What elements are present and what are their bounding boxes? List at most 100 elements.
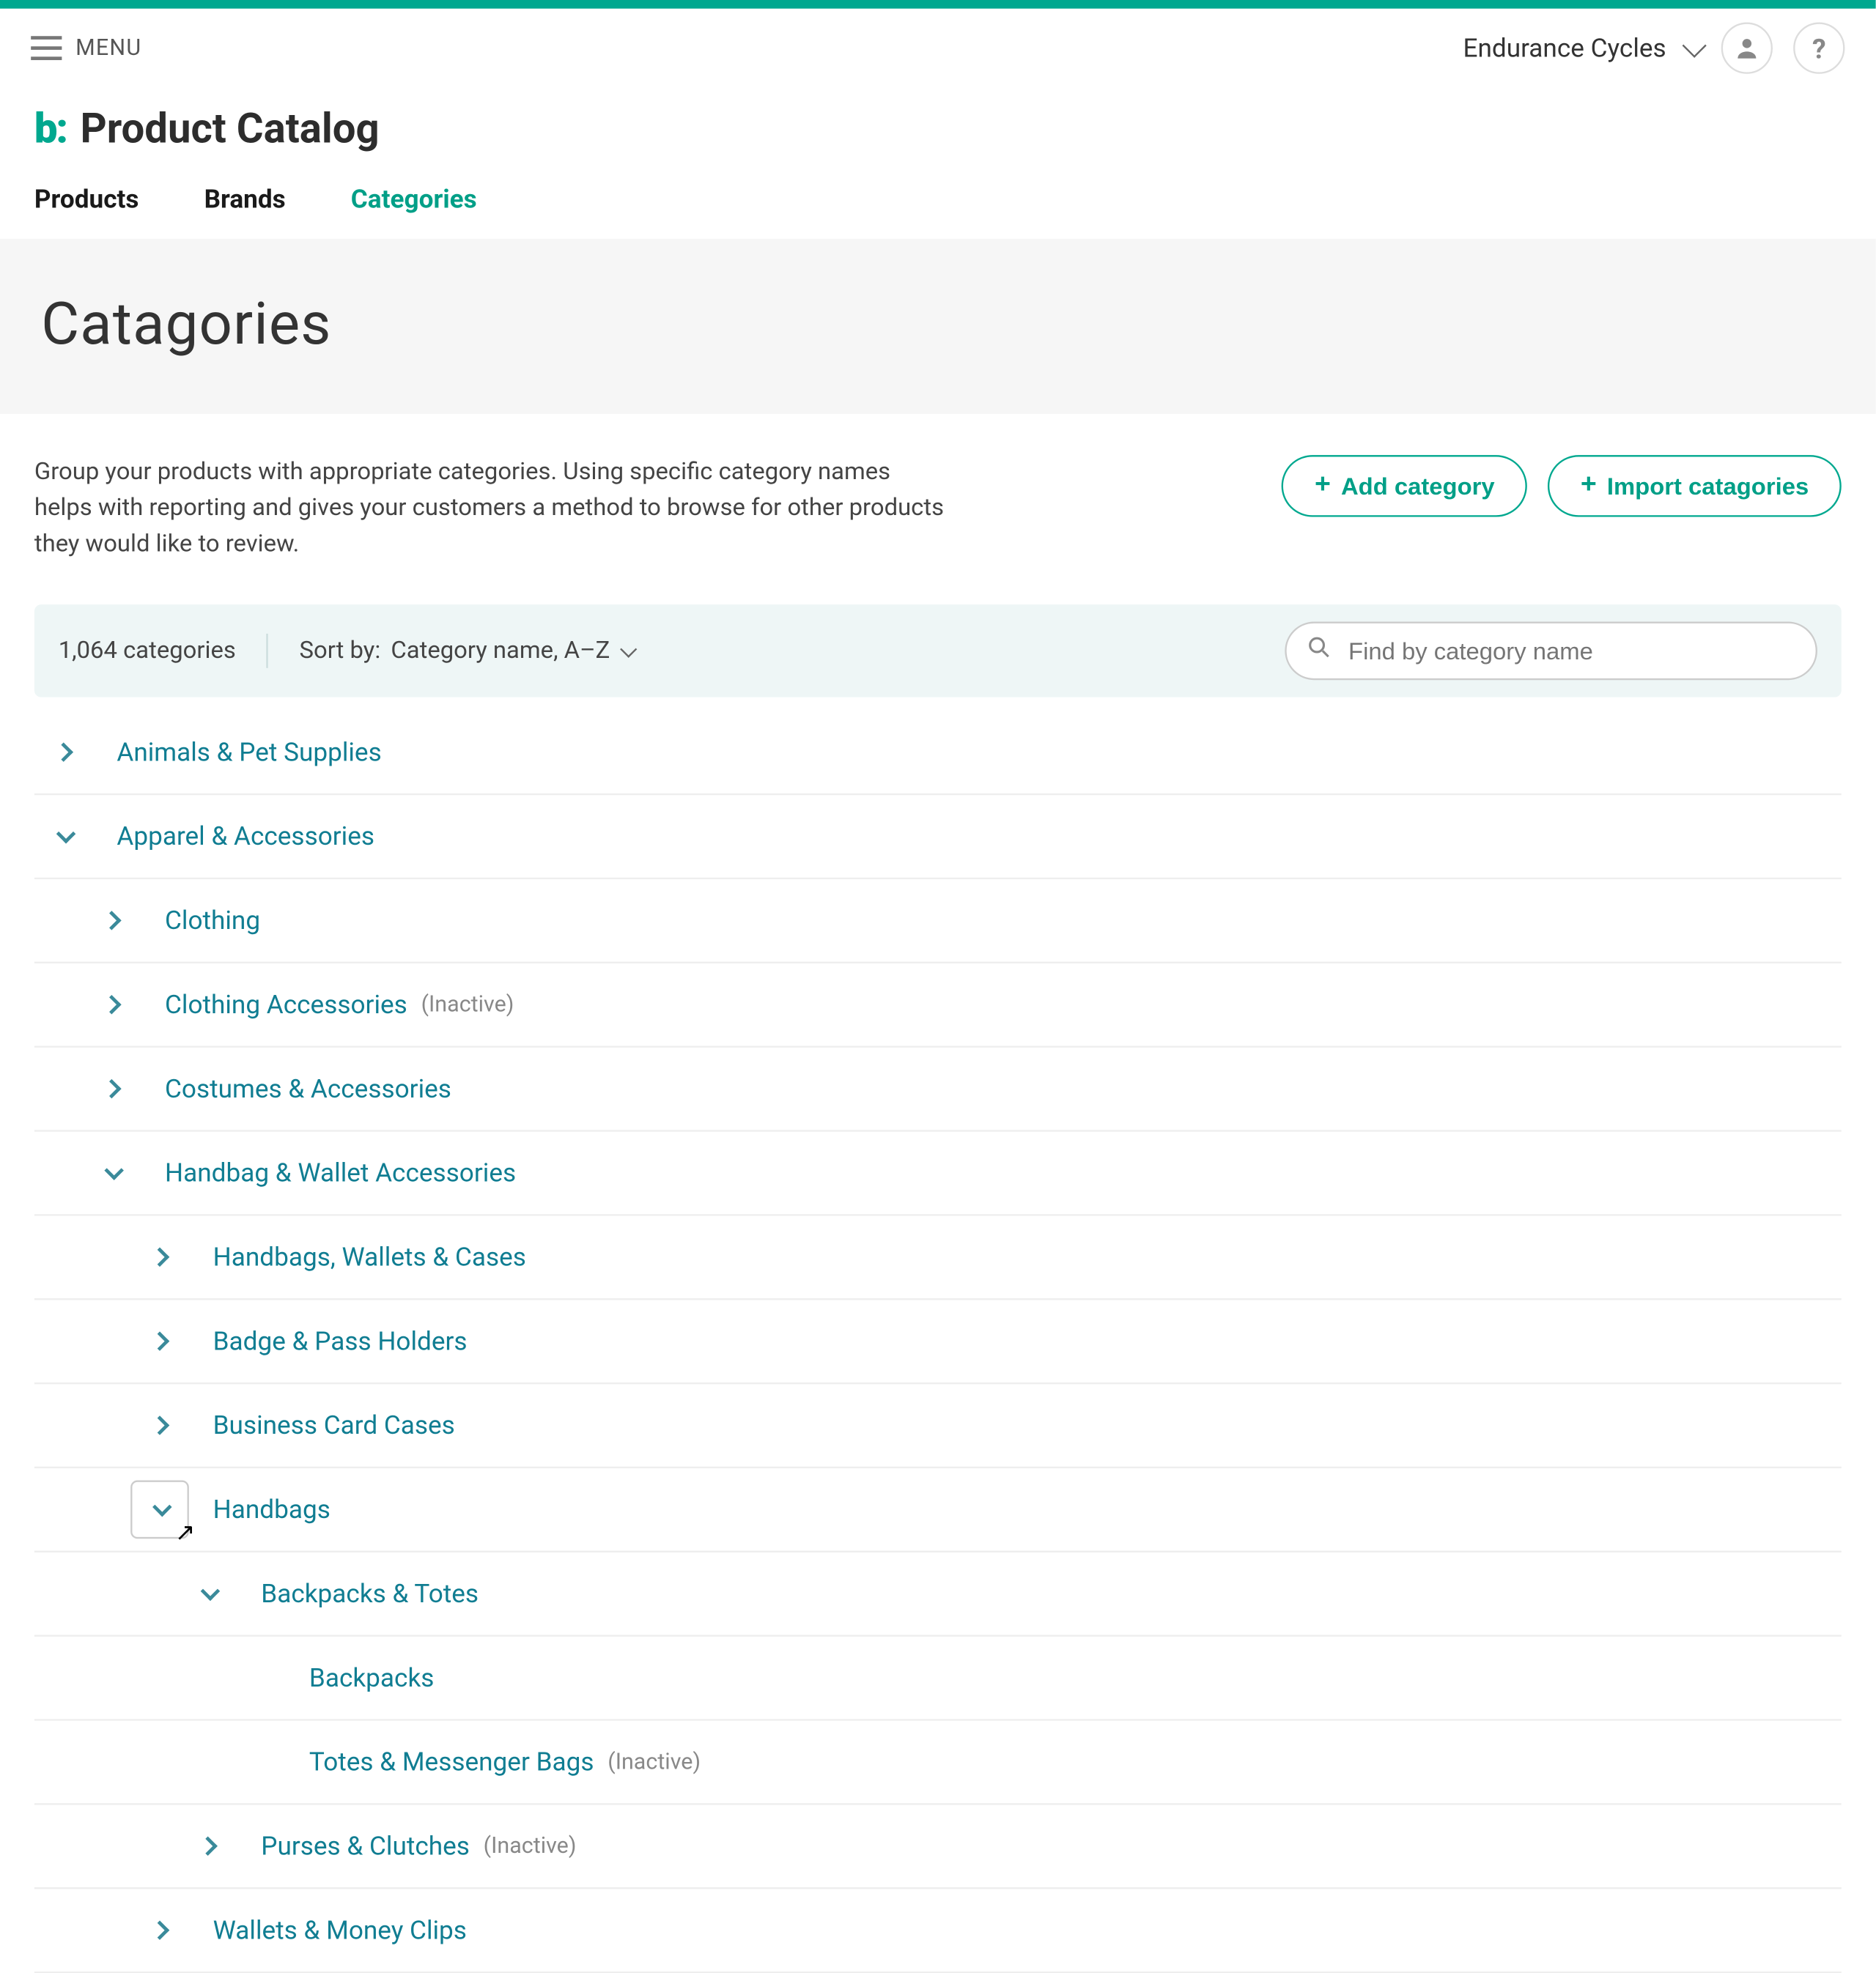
add-category-label: Add category — [1341, 473, 1495, 500]
help-button[interactable]: ? — [1793, 22, 1844, 73]
chevron-right-icon — [150, 1331, 170, 1351]
hamburger-icon — [31, 36, 62, 60]
inactive-badge: (Inactive) — [608, 1749, 701, 1774]
category-row: Wallets & Money Clips — [34, 1889, 1842, 1973]
category-row: Business Card Cases — [34, 1384, 1842, 1468]
category-link[interactable]: Apparel & Accessories — [117, 821, 374, 851]
question-icon: ? — [1812, 32, 1826, 64]
org-selector[interactable]: Endurance Cycles — [1463, 33, 1700, 64]
category-row: Backpacks & Totes — [34, 1552, 1842, 1637]
page-subtitle: Catagories — [41, 290, 1834, 359]
chevron-right-icon — [150, 1415, 170, 1435]
collapse-toggle[interactable] — [130, 1481, 189, 1539]
category-link[interactable]: Clothing — [165, 905, 260, 936]
expand-toggle[interactable] — [34, 723, 93, 782]
chevron-right-icon — [102, 995, 122, 1015]
expand-toggle[interactable] — [130, 1396, 189, 1455]
category-row: Clothing Accessories (Inactive) — [34, 963, 1842, 1048]
chevron-right-icon — [198, 1837, 218, 1857]
category-row: Backpacks — [34, 1637, 1842, 1721]
page-title: Product Catalog — [81, 105, 380, 153]
toolbar-left: 1,064 categories Sort by: Category name,… — [59, 634, 632, 668]
chevron-down-icon — [152, 1498, 172, 1517]
category-link[interactable]: Purses & Clutches — [261, 1831, 470, 1862]
menu-label: MENU — [75, 35, 141, 61]
import-categories-label: Import catagories — [1607, 473, 1809, 500]
import-categories-button[interactable]: + Import catagories — [1548, 455, 1841, 517]
plus-icon: + — [1315, 473, 1331, 500]
search-field-wrap — [1285, 622, 1817, 681]
category-row: Badge & Pass Holders — [34, 1300, 1842, 1384]
collapse-toggle[interactable] — [179, 1564, 237, 1623]
category-link[interactable]: Backpacks — [309, 1662, 435, 1693]
category-link[interactable]: Totes & Messenger Bags — [309, 1747, 594, 1777]
sort-label: Sort by: — [300, 637, 381, 665]
chevron-down-icon — [620, 640, 637, 656]
inactive-badge: (Inactive) — [421, 992, 514, 1018]
inactive-badge: (Inactive) — [484, 1833, 577, 1859]
chevron-right-icon — [102, 1079, 122, 1099]
tab-brands[interactable]: Brands — [204, 184, 286, 215]
tab-products[interactable]: Products — [34, 184, 139, 215]
page-subheader: Catagories — [0, 239, 1876, 414]
category-link[interactable]: Badge & Pass Holders — [213, 1326, 468, 1357]
chevron-down-icon — [56, 824, 76, 844]
add-category-button[interactable]: + Add category — [1282, 455, 1527, 517]
collapse-toggle[interactable] — [83, 1144, 141, 1202]
expand-toggle[interactable] — [83, 892, 141, 950]
plus-icon: + — [1581, 473, 1597, 500]
category-row: Handbags, Wallets & Cases — [34, 1216, 1842, 1300]
category-row: Costumes & Accessories — [34, 1048, 1842, 1132]
expand-toggle[interactable] — [130, 1901, 189, 1960]
user-icon — [1733, 34, 1761, 62]
sort-value: Category name, A–Z — [391, 637, 610, 665]
category-link[interactable]: Clothing Accessories — [165, 989, 407, 1020]
category-link[interactable]: Backpacks & Totes — [261, 1578, 479, 1609]
category-row: Animals & Pet Supplies — [34, 711, 1842, 795]
expand-toggle[interactable] — [130, 1312, 189, 1371]
collapse-toggle[interactable] — [34, 807, 93, 866]
category-link[interactable]: Business Card Cases — [213, 1410, 455, 1440]
app-header: MENU Endurance Cycles ? — [0, 9, 1876, 88]
chevron-right-icon — [150, 1248, 170, 1267]
category-link[interactable]: Animals & Pet Supplies — [117, 737, 381, 768]
menu-button[interactable]: MENU — [31, 35, 141, 61]
category-row: Totes & Messenger Bags (Inactive) — [34, 1721, 1842, 1805]
chevron-down-icon — [1683, 34, 1707, 58]
category-row: Clothing — [34, 879, 1842, 963]
expand-toggle[interactable] — [83, 975, 141, 1034]
category-count: 1,064 categories — [59, 637, 236, 665]
action-buttons: + Add category + Import catagories — [1282, 455, 1841, 517]
sort-dropdown[interactable]: Sort by: Category name, A–Z — [300, 637, 632, 665]
category-link[interactable]: Handbag & Wallet Accessories — [165, 1158, 516, 1188]
category-link[interactable]: Costumes & Accessories — [165, 1073, 451, 1104]
org-name: Endurance Cycles — [1463, 33, 1666, 64]
category-row: Apparel & Accessories — [34, 795, 1842, 879]
primary-tabs: Products Brands Categories — [0, 153, 1876, 239]
page-title-area: b: Product Catalog — [0, 88, 1876, 153]
category-row: Handbag & Wallet Accessories — [34, 1132, 1842, 1216]
header-right: Endurance Cycles ? — [1463, 22, 1844, 73]
expand-toggle[interactable] — [130, 1228, 189, 1287]
expand-toggle[interactable] — [83, 1059, 141, 1118]
tab-categories[interactable]: Categories — [351, 184, 477, 215]
search-input[interactable] — [1285, 622, 1817, 681]
category-row: Purses & Clutches (Inactive) — [34, 1805, 1842, 1889]
brand-accent-bar — [0, 0, 1876, 9]
chevron-down-icon — [104, 1161, 124, 1180]
category-row: Handbags↖ — [34, 1468, 1842, 1552]
description-actions-row: Group your products with appropriate cat… — [0, 414, 1876, 580]
category-tree: Animals & Pet Supplies Apparel & Accessor… — [0, 711, 1876, 1973]
toggle-spacer — [226, 1761, 285, 1763]
category-link[interactable]: Handbags — [213, 1494, 330, 1525]
chevron-right-icon — [53, 742, 73, 762]
search-icon — [1305, 634, 1333, 668]
expand-toggle[interactable] — [179, 1817, 237, 1876]
chevron-right-icon — [102, 911, 122, 930]
toggle-spacer — [226, 1677, 285, 1678]
category-link[interactable]: Handbags, Wallets & Cases — [213, 1242, 526, 1273]
list-toolbar: 1,064 categories Sort by: Category name,… — [34, 604, 1842, 697]
chevron-right-icon — [150, 1920, 170, 1940]
user-account-button[interactable] — [1721, 22, 1773, 73]
description-text: Group your products with appropriate cat… — [34, 455, 945, 563]
